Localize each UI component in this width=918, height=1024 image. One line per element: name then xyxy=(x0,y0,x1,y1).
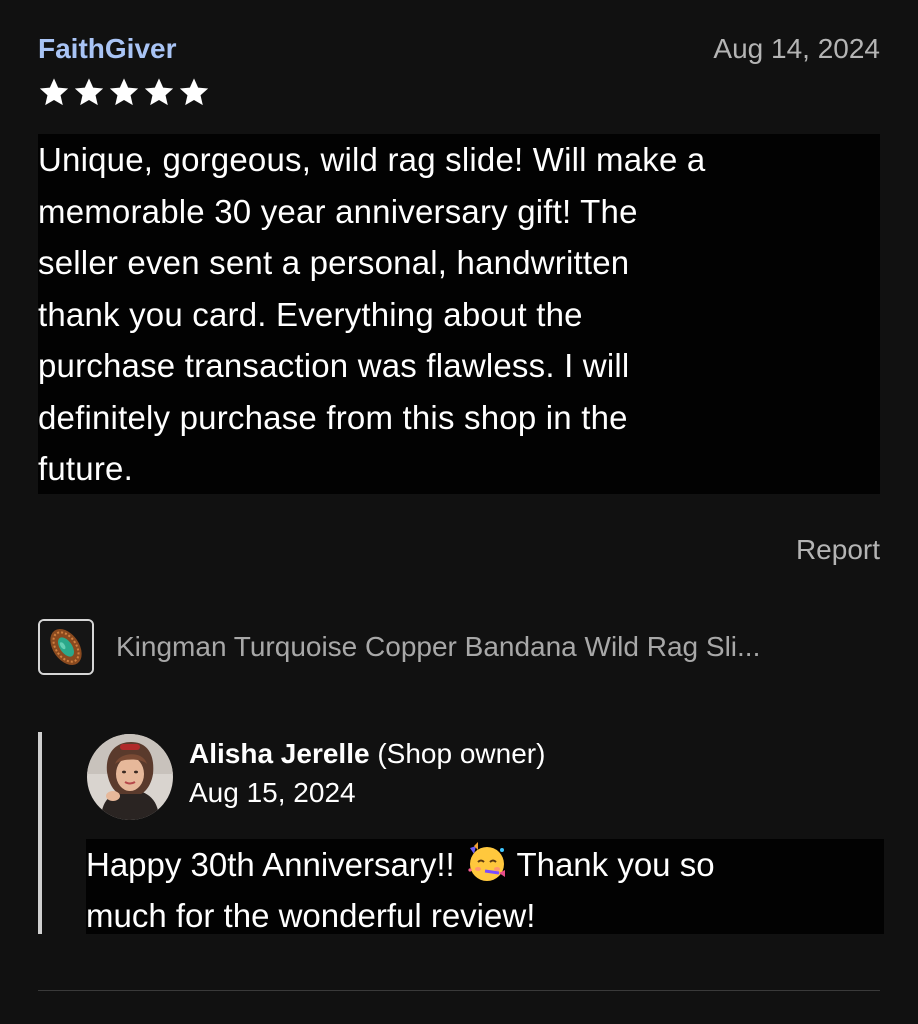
divider xyxy=(38,990,880,991)
star-icon xyxy=(144,78,174,106)
owner-name[interactable]: Alisha Jerelle xyxy=(189,738,370,769)
review-text-line: Unique, gorgeous, wild rag slide! Will m… xyxy=(38,141,706,178)
purchased-item-link[interactable]: Kingman Turquoise Copper Bandana Wild Ra… xyxy=(38,617,880,677)
review-text-line: purchase transaction was flawless. I wil… xyxy=(38,347,630,384)
star-icon xyxy=(74,78,104,106)
reply-text: Happy 30th Anniversary!! Thank you so mu… xyxy=(86,839,884,934)
star-icon xyxy=(39,78,69,106)
owner-role: (Shop owner) xyxy=(377,738,546,769)
shop-owner-reply: Alisha Jerelle (Shop owner) Aug 15, 2024… xyxy=(38,732,884,934)
review-text-line: thank you card. Everything about the xyxy=(38,295,583,333)
reply-date: Aug 15, 2024 xyxy=(189,777,356,808)
avatar[interactable] xyxy=(87,734,173,820)
reviewer-name[interactable]: FaithGiver xyxy=(38,33,176,65)
partying-face-icon xyxy=(468,842,505,881)
review-card: FaithGiver Aug 14, 2024 Unique, gorgeous… xyxy=(38,0,884,1024)
item-title[interactable]: Kingman Turquoise Copper Bandana Wild Ra… xyxy=(116,631,760,663)
reply-text-part: Thank you so xyxy=(507,846,715,883)
reply-text-line: much for the wonderful review! xyxy=(86,897,536,934)
review-date: Aug 14, 2024 xyxy=(713,33,880,64)
review-text-line: definitely purchase from this shop in th… xyxy=(38,398,628,436)
review-text: Unique, gorgeous, wild rag slide! Will m… xyxy=(38,134,880,494)
star-icon xyxy=(179,78,209,106)
item-thumbnail[interactable] xyxy=(38,619,94,675)
star-rating xyxy=(38,76,210,108)
star-icon xyxy=(109,78,139,106)
review-text-line: seller even sent a personal, handwritten xyxy=(38,244,630,281)
review-text-line: future. xyxy=(38,450,133,487)
review-text-line: memorable 30 year anniversary gift! The xyxy=(38,192,638,230)
report-link[interactable]: Report xyxy=(796,534,880,566)
reply-text-part: Happy 30th Anniversary!! xyxy=(86,846,464,883)
owner-name-line: Alisha Jerelle (Shop owner) xyxy=(189,738,545,770)
